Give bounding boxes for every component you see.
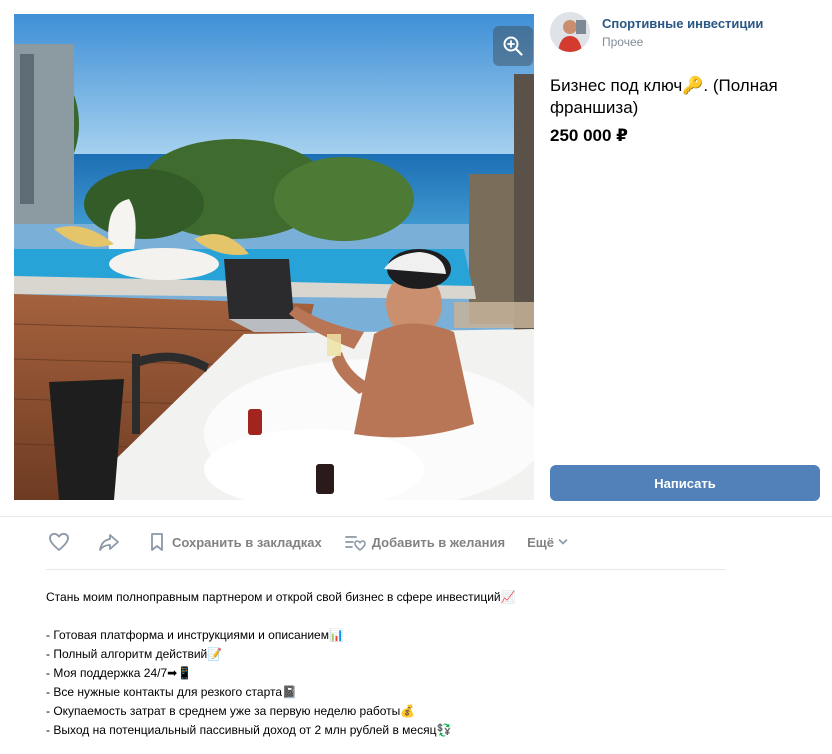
description-bullet: - Окупаемость затрат в среднем уже за пе…: [46, 704, 416, 718]
description-intro: Стань моим полноправным партнером и откр…: [46, 590, 516, 604]
bookmark-label: Сохранить в закладках: [172, 534, 322, 550]
write-message-button[interactable]: Написать: [550, 465, 820, 501]
more-button[interactable]: Ещё: [527, 535, 568, 550]
zoom-in-icon: [503, 36, 523, 56]
description-divider: [46, 569, 726, 570]
wishlist-label: Добавить в желания: [371, 534, 506, 550]
zoom-button[interactable]: [493, 26, 533, 66]
product-photo-illustration: [14, 14, 534, 500]
description-bullet: - Моя поддержка 24/7➡📱: [46, 666, 193, 680]
wishlist-button[interactable]: Добавить в желания: [344, 532, 505, 552]
share-arrow-icon: [98, 532, 120, 552]
wishlist-icon: [344, 532, 366, 552]
avatar-image: [550, 12, 590, 52]
bookmark-icon: [148, 532, 166, 552]
share-button[interactable]: [98, 532, 120, 552]
action-bar: Сохранить в закладках Добавить в желания…: [48, 530, 568, 554]
seller-name-link[interactable]: Спортивные инвестиции: [602, 16, 763, 31]
bookmark-button[interactable]: Сохранить в закладках: [148, 532, 322, 552]
more-label: Ещё: [527, 534, 554, 550]
section-divider: [0, 516, 832, 517]
description-bullet: - Готовая платформа и инструкциями и опи…: [46, 628, 344, 642]
like-button[interactable]: [48, 532, 70, 552]
description-bullet: - Полный алгоритм действий📝: [46, 647, 223, 661]
heart-icon: [48, 532, 70, 552]
description-bullet: - Все нужные контакты для резкого старта…: [46, 685, 297, 699]
market-item-page: Спортивные инвестиции Прочее Бизнес под …: [0, 0, 832, 754]
product-photo[interactable]: [14, 14, 534, 500]
product-description: Стань моим полноправным партнером и откр…: [46, 588, 786, 740]
product-price: 250 000 ₽: [550, 126, 629, 145]
description-bullet: - Выход на потенциальный пассивный доход…: [46, 723, 452, 737]
chevron-down-icon: [558, 538, 568, 546]
seller-category[interactable]: Прочее: [602, 35, 643, 49]
product-title: Бизнес под ключ🔑. (Полная франшиза): [550, 76, 778, 117]
seller-avatar[interactable]: [550, 12, 590, 52]
